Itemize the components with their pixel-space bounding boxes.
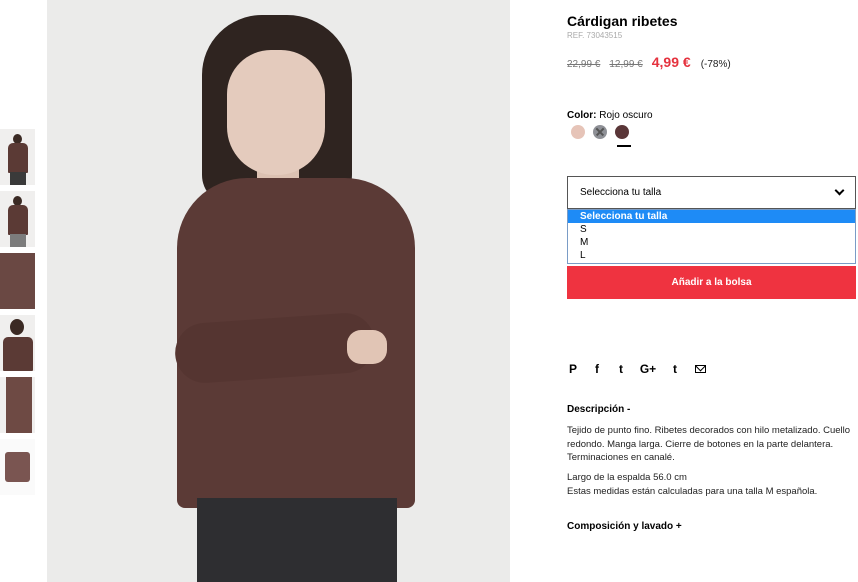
thumb-body bbox=[0, 253, 35, 309]
thumbnail-3[interactable] bbox=[0, 253, 35, 309]
description-heading[interactable]: Descripción - bbox=[567, 404, 630, 415]
size-option-l[interactable]: L bbox=[568, 249, 855, 262]
product-ref: REF. 73043515 bbox=[567, 31, 623, 40]
thumb-body bbox=[5, 452, 30, 482]
google-plus-icon[interactable]: G+ bbox=[639, 362, 657, 376]
thumbnail-5[interactable] bbox=[0, 377, 35, 433]
thumbnail-2[interactable] bbox=[0, 191, 35, 247]
measure-note: Estas medidas están calculadas para una … bbox=[567, 485, 818, 497]
size-option-s[interactable]: S bbox=[568, 223, 855, 236]
twitter-icon[interactable]: t bbox=[615, 362, 627, 376]
thumbnail-6[interactable] bbox=[0, 439, 35, 495]
thumbnail-4[interactable] bbox=[0, 315, 35, 371]
thumb-legs bbox=[10, 234, 26, 247]
thumb-body bbox=[3, 337, 33, 371]
thumbnail-1[interactable] bbox=[0, 129, 35, 185]
swatch-light-pink[interactable] bbox=[571, 125, 585, 139]
size-select-value: Selecciona tu talla bbox=[580, 187, 662, 198]
discount-badge: (-78%) bbox=[700, 59, 731, 70]
thumbnail-gallery bbox=[0, 129, 36, 501]
model-face bbox=[227, 50, 325, 175]
pinterest-icon[interactable]: P bbox=[567, 362, 579, 376]
size-dropdown-list: Selecciona tu talla S M L bbox=[567, 209, 856, 264]
thumb-head bbox=[10, 319, 24, 335]
color-line: Color: Rojo oscuro bbox=[567, 110, 653, 121]
color-swatches bbox=[571, 125, 637, 139]
social-share-bar: P f t G+ t bbox=[567, 362, 706, 376]
selected-swatch-indicator bbox=[617, 145, 631, 147]
old-price-2: 12,99 € bbox=[609, 59, 643, 70]
color-value: Rojo oscuro bbox=[599, 110, 653, 121]
size-select[interactable]: Selecciona tu talla bbox=[567, 176, 856, 209]
thumb-body bbox=[8, 205, 28, 235]
color-label: Color: bbox=[567, 110, 597, 121]
model-hand bbox=[347, 330, 387, 364]
size-option-placeholder[interactable]: Selecciona tu talla bbox=[568, 210, 855, 223]
thumb-body bbox=[8, 143, 28, 173]
add-to-bag-button[interactable]: Añadir a la bolsa bbox=[567, 266, 856, 299]
tumblr-icon[interactable]: t bbox=[669, 362, 681, 376]
swatch-grey-unavailable[interactable] bbox=[593, 125, 607, 139]
measure-length: Largo de la espalda 56.0 cm bbox=[567, 472, 687, 483]
price-row: 22,99 € 12,99 € 4,99 € (-78%) bbox=[567, 54, 731, 70]
size-option-m[interactable]: M bbox=[568, 236, 855, 249]
chevron-down-icon bbox=[834, 185, 845, 196]
swatch-dark-red[interactable] bbox=[615, 125, 629, 139]
mail-icon[interactable] bbox=[695, 365, 706, 373]
thumb-body bbox=[6, 377, 32, 433]
model-jeans bbox=[197, 498, 397, 582]
product-title: Cárdigan ribetes bbox=[567, 13, 678, 29]
thumb-legs bbox=[10, 172, 26, 185]
measurements: Largo de la espalda 56.0 cm Estas medida… bbox=[567, 471, 858, 498]
old-price-1: 22,99 € bbox=[567, 59, 601, 70]
sale-price: 4,99 € bbox=[651, 54, 691, 70]
description-text: Tejido de punto fino. Ribetes decorados … bbox=[567, 425, 851, 463]
main-product-image[interactable] bbox=[47, 0, 510, 582]
composition-heading[interactable]: Composición y lavado + bbox=[567, 521, 682, 532]
facebook-icon[interactable]: f bbox=[591, 362, 603, 376]
